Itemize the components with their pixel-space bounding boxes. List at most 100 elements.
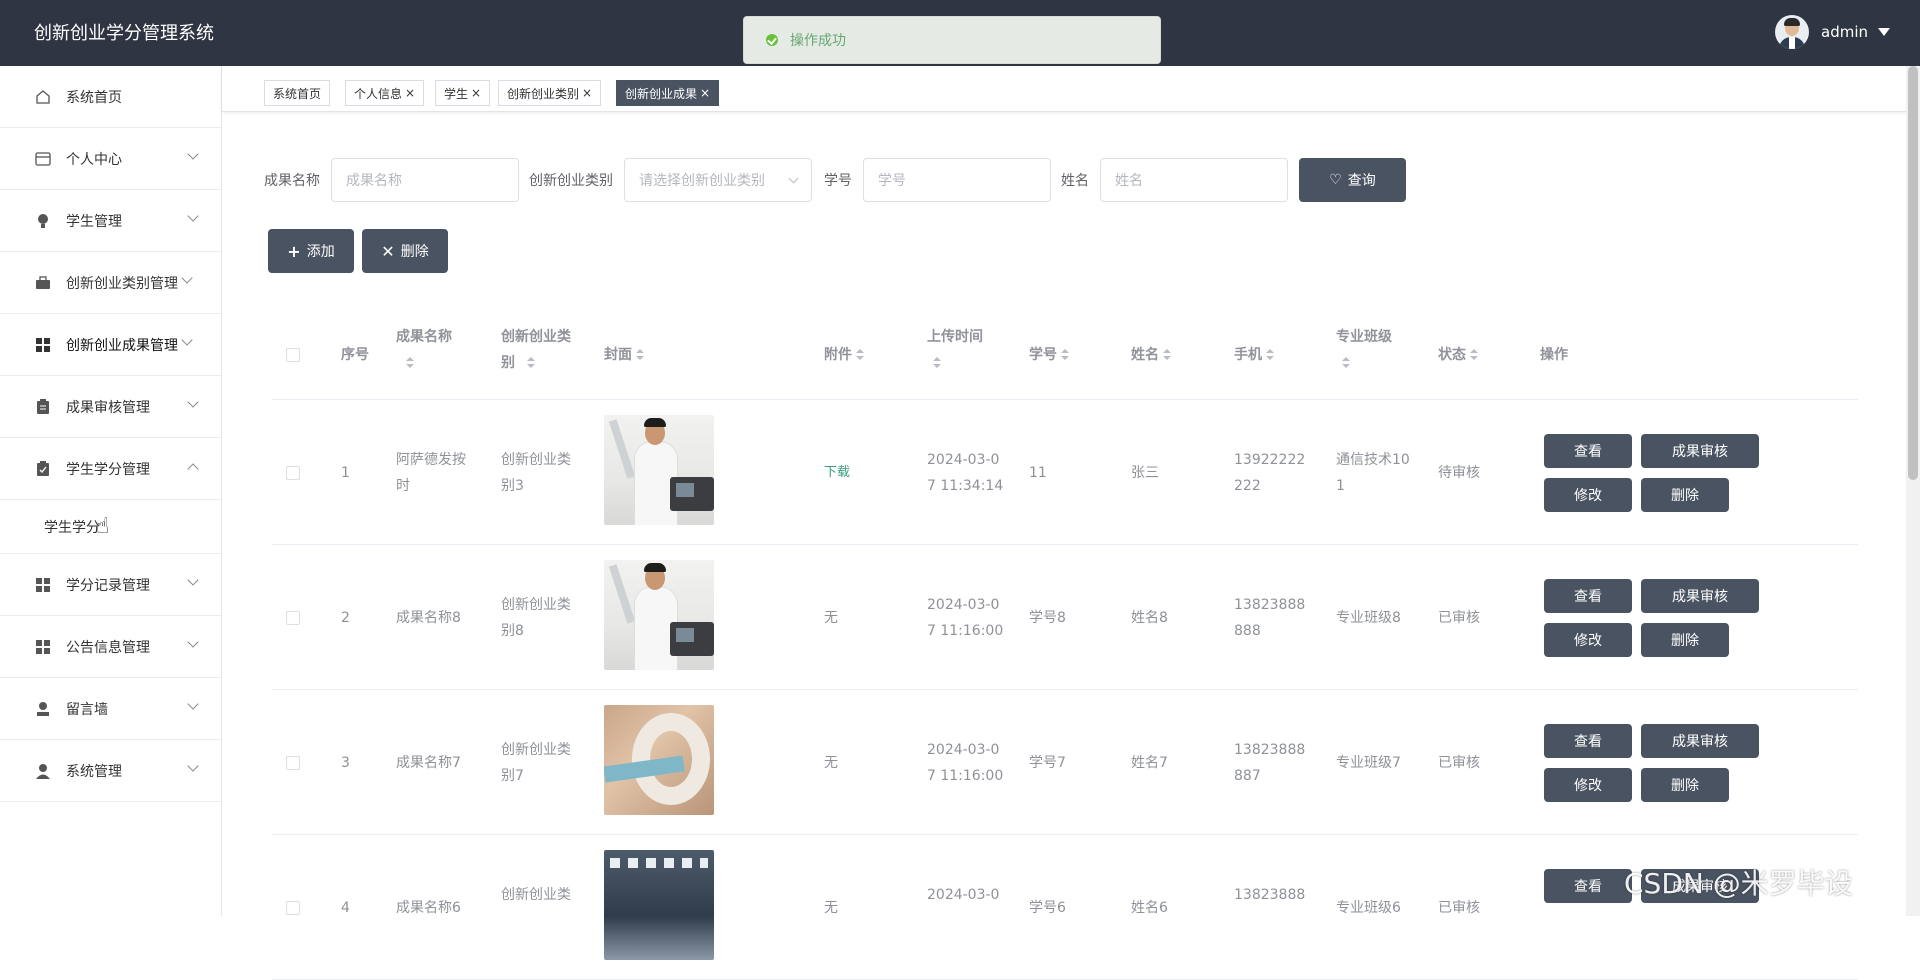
header-major-class[interactable]: 专业班级 [1336, 324, 1392, 376]
sidebar-item-announcements[interactable]: 公告信息管理 [0, 616, 221, 678]
cell-attachment: 无 [824, 610, 838, 626]
clipboard-icon [34, 398, 52, 416]
cover-image[interactable] [604, 705, 714, 815]
cell-major-class: 专业班级7 [1336, 755, 1401, 771]
header-name[interactable]: 成果名称 [396, 324, 452, 376]
sort-icon [1163, 349, 1171, 361]
cell-student-name: 姓名8 [1131, 610, 1168, 626]
add-button[interactable]: + 添加 [268, 229, 354, 273]
review-button[interactable]: 成果审核 [1641, 579, 1759, 613]
search-form: 成果名称 成果名称 创新创业类别 请选择创新创业类别 学号 学号 姓名 姓名 ♡… [264, 158, 1406, 202]
review-button[interactable]: 成果审核 [1641, 434, 1759, 468]
header-student-name[interactable]: 姓名 [1131, 342, 1171, 368]
header-status[interactable]: 状态 [1438, 342, 1478, 368]
cover-image[interactable] [604, 850, 714, 960]
cell-upload-time: 2024-03-0 [927, 887, 1000, 903]
cell-major-class: 专业班级8 [1336, 610, 1401, 626]
sidebar-item-system-mgmt[interactable]: 系统管理 [0, 740, 221, 802]
header-upload-time[interactable]: 上传时间 [927, 324, 983, 376]
row-checkbox[interactable] [286, 901, 300, 915]
caret-down-icon[interactable] [1878, 28, 1890, 36]
cover-image[interactable] [604, 560, 714, 670]
query-button[interactable]: ♡ 查询 [1299, 158, 1406, 202]
header-category[interactable]: 创新创业类别 [501, 324, 571, 376]
select-all-checkbox[interactable] [286, 348, 300, 362]
review-button[interactable]: 成果审核 [1641, 724, 1759, 758]
chevron-down-icon [181, 334, 193, 346]
scrollbar-thumb[interactable] [1908, 66, 1918, 480]
category-select[interactable]: 请选择创新创业类别 [624, 158, 812, 202]
sidebar-item-achievement-mgmt[interactable]: 创新创业成果管理 [0, 314, 221, 376]
download-link[interactable]: 下载 [824, 460, 850, 486]
cell-name: 成果名称8 [396, 610, 461, 626]
category-label: 创新创业类别 [529, 173, 613, 189]
tabs-bar: 系统首页 个人信息 × 学生 × 创新创业类别 × 创新创业成果 × [222, 66, 1906, 112]
sort-icon [406, 357, 414, 369]
student-name-input[interactable]: 姓名 [1100, 158, 1288, 202]
chevron-down-icon [187, 760, 199, 772]
sidebar-subitem-label: 学生学分 [44, 519, 100, 536]
user-menu[interactable]: admin [1775, 15, 1890, 49]
sidebar-item-home[interactable]: 系统首页 [0, 66, 221, 128]
header-cover[interactable]: 封面 [604, 342, 644, 368]
tab-category[interactable]: 创新创业类别 × [498, 80, 602, 106]
view-button[interactable]: 查看 [1544, 724, 1632, 758]
grid-icon [34, 638, 52, 656]
cell-name: 成果名称7 [396, 755, 461, 771]
view-button[interactable]: 查看 [1544, 579, 1632, 613]
chevron-down-icon [187, 396, 199, 408]
row-checkbox[interactable] [286, 611, 300, 625]
cell-student-id: 学号8 [1029, 610, 1066, 626]
view-button[interactable]: 查看 [1544, 869, 1632, 903]
clipboard-check-icon [34, 460, 52, 478]
student-name-label: 姓名 [1061, 173, 1089, 189]
edit-button[interactable]: 修改 [1544, 478, 1632, 512]
briefcase-icon [34, 274, 52, 292]
close-icon[interactable]: × [405, 86, 415, 100]
chevron-down-icon [788, 173, 799, 184]
cell-seq: 2 [341, 610, 350, 626]
sidebar-item-personal-center[interactable]: 个人中心 [0, 128, 221, 190]
username[interactable]: admin [1821, 23, 1868, 41]
tab-home[interactable]: 系统首页 [264, 80, 331, 106]
cover-image[interactable] [604, 415, 714, 525]
home-icon [34, 88, 52, 106]
edit-button[interactable]: 修改 [1544, 768, 1632, 802]
x-icon: ✕ [381, 241, 395, 261]
tab-personal-info[interactable]: 个人信息 × [345, 80, 425, 106]
sidebar-item-category-mgmt[interactable]: 创新创业类别管理 [0, 252, 221, 314]
tab-achievement[interactable]: 创新创业成果 × [616, 80, 720, 106]
sidebar-subitem-student-credit[interactable]: 学生学分 ☝ [0, 500, 221, 554]
sidebar-item-students[interactable]: 学生管理 [0, 190, 221, 252]
user-icon [34, 762, 52, 780]
sidebar-item-label: 创新创业成果管理 [66, 337, 178, 354]
header-ops: 操作 [1540, 347, 1568, 363]
close-icon[interactable]: × [582, 86, 592, 100]
cell-seq: 3 [341, 755, 350, 771]
student-id-input[interactable]: 学号 [863, 158, 1051, 202]
avatar[interactable] [1775, 15, 1809, 49]
name-input[interactable]: 成果名称 [331, 158, 519, 202]
header-student-id[interactable]: 学号 [1029, 342, 1069, 368]
header-seq[interactable]: 序号 [341, 342, 369, 368]
row-delete-button[interactable]: 删除 [1641, 478, 1729, 512]
tab-students[interactable]: 学生 × [435, 80, 491, 106]
close-icon[interactable]: × [700, 86, 710, 100]
edit-button[interactable]: 修改 [1544, 623, 1632, 657]
row-checkbox[interactable] [286, 756, 300, 770]
heart-icon: ♡ [1329, 172, 1342, 188]
row-delete-button[interactable]: 删除 [1641, 623, 1729, 657]
row-checkbox[interactable] [286, 466, 300, 480]
page-scrollbar[interactable] [1906, 66, 1920, 916]
delete-button[interactable]: ✕ 删除 [362, 229, 448, 273]
header-attachment[interactable]: 附件 [824, 342, 864, 368]
sidebar-item-message-wall[interactable]: 留言墙 [0, 678, 221, 740]
sidebar-item-credit-records[interactable]: 学分记录管理 [0, 554, 221, 616]
plus-icon: + [287, 241, 301, 261]
header-phone[interactable]: 手机 [1234, 342, 1274, 368]
close-icon[interactable]: × [471, 86, 481, 100]
row-delete-button[interactable]: 删除 [1641, 768, 1729, 802]
sidebar-item-credit-mgmt[interactable]: 学生学分管理 [0, 438, 221, 500]
sidebar-item-review-mgmt[interactable]: 成果审核管理 [0, 376, 221, 438]
view-button[interactable]: 查看 [1544, 434, 1632, 468]
